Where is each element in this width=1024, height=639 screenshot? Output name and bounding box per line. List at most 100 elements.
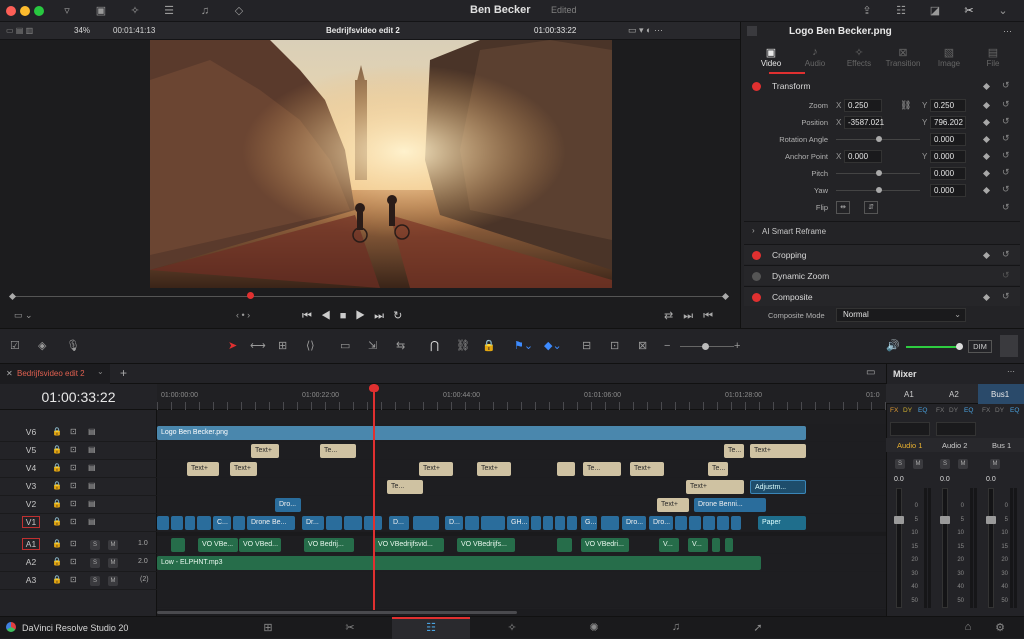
clip-text[interactable]: Text+ [630, 462, 664, 476]
lock-icon[interactable]: 🔒 [52, 539, 62, 548]
clip-adjustment[interactable]: Adjustm... [750, 480, 806, 494]
inspector-more-icon[interactable]: ⋯ [1003, 26, 1012, 37]
sound-library-icon[interactable]: ♫ [196, 4, 214, 18]
clip-text[interactable]: Te... [387, 480, 423, 494]
clip-audio[interactable]: VO VBed... [239, 538, 281, 552]
clip-video[interactable] [413, 516, 439, 530]
clip-audio[interactable] [557, 538, 572, 552]
clip-text[interactable]: Text+ [686, 480, 744, 494]
link-icon[interactable]: ⛓ [900, 100, 911, 111]
clip-video[interactable] [326, 516, 342, 530]
anchor-y-field[interactable]: 0.000 [930, 150, 966, 163]
flip-horizontal-button[interactable]: ⇹ [836, 201, 850, 214]
viewer-options-icon[interactable]: ▭ ▾ ◐ ⋯ [628, 25, 663, 36]
composite-keyframe-icon[interactable] [982, 293, 991, 302]
timeline-ruler[interactable]: 01:00:00:00 01:00:22:00 01:00:44:00 01:0… [157, 384, 886, 410]
timeline-scrollbar[interactable] [157, 609, 886, 616]
dynamic-zoom-enable-toggle[interactable] [752, 272, 761, 281]
in-point-marker[interactable] [8, 292, 17, 301]
pitch-keyframe-icon[interactable] [982, 169, 991, 178]
fx-label[interactable]: FX [936, 407, 944, 414]
anchor-keyframe-icon[interactable] [982, 152, 991, 161]
effects-library-icon[interactable]: ✧ [126, 4, 144, 18]
clip-audio[interactable] [171, 538, 185, 552]
clip-video[interactable]: Dr... [302, 516, 324, 530]
clip-video[interactable] [197, 516, 211, 530]
clip-video[interactable] [157, 516, 169, 530]
settings-gear-icon[interactable]: ⚙ [990, 621, 1010, 635]
clip-video[interactable] [344, 516, 362, 530]
auto-select-icon[interactable]: ⊡ [70, 539, 77, 548]
clip-paper[interactable]: Paper [758, 516, 806, 530]
clip-logo[interactable]: Logo Ben Becker.png [157, 426, 806, 440]
clip-audio[interactable]: VO VBedrijfsvid... [374, 538, 444, 552]
dy-label[interactable]: DY [903, 407, 912, 414]
clip-video[interactable] [689, 516, 701, 530]
mute-button[interactable]: M [108, 576, 118, 586]
auto-select-icon[interactable]: ⊡ [70, 445, 77, 454]
clip-audio[interactable]: V... [688, 538, 708, 552]
timeline-options-icon[interactable]: ▭ [866, 367, 875, 378]
clip-audio[interactable]: VO VBedri... [581, 538, 629, 552]
transform-section[interactable]: Transform ↺ [744, 76, 1020, 96]
replace-clip-icon[interactable]: ⇆ [396, 339, 405, 353]
auto-select-icon[interactable]: ⊡ [70, 517, 77, 526]
transform-reset-icon[interactable]: ↺ [1002, 80, 1010, 91]
clip-video[interactable]: G... [581, 516, 597, 530]
minimize-window-button[interactable] [20, 6, 30, 16]
clip-text[interactable]: Text+ [419, 462, 453, 476]
flip-vertical-button[interactable]: ⇵ [864, 201, 878, 214]
jog-wheel-icon[interactable]: ‹ • › [236, 310, 250, 320]
bus1-mute-button[interactable]: M [990, 459, 1000, 469]
inspector-toggle-icon[interactable]: ✂ [960, 4, 978, 18]
auto-select-icon[interactable]: ⊡ [70, 499, 77, 508]
composite-mode-select[interactable]: Normal ⌄ [836, 308, 966, 322]
clip-text[interactable]: Te... [724, 444, 744, 458]
composite-enable-toggle[interactable] [752, 293, 761, 302]
clip-video[interactable] [731, 516, 741, 530]
fx-label[interactable]: FX [890, 407, 898, 414]
layout-preset-icon[interactable]: ☑ [10, 339, 20, 353]
insert-clip-icon[interactable]: ▭ [340, 339, 350, 353]
position-keyframe-icon[interactable] [982, 118, 991, 127]
edit-page-icon[interactable]: ☷ [421, 621, 441, 635]
transform-keyframe-icon[interactable] [982, 82, 991, 91]
auto-select-icon[interactable]: ⊡ [70, 427, 77, 436]
timeline-zoom-knob[interactable] [702, 343, 709, 350]
custom-zoom-icon[interactable]: ⊠ [638, 339, 647, 353]
flip-reset-icon[interactable]: ↺ [1002, 202, 1010, 213]
track-enable-icon[interactable]: ▤ [88, 499, 96, 508]
a1-pan-control[interactable] [890, 422, 930, 436]
track-header-v1[interactable]: V1 🔒 ⊡ ▤ [0, 514, 157, 532]
track-header-a2[interactable]: A2 🔒 ⊡ S M 2.0 [0, 554, 157, 572]
clip-audio[interactable]: VO VBedrijfs... [457, 538, 515, 552]
media-pool-icon[interactable]: ▿ [58, 4, 76, 18]
a2-fader[interactable] [942, 488, 948, 608]
sync-icon[interactable]: ◇ [230, 4, 248, 18]
solo-button[interactable]: S [90, 540, 100, 550]
overwrite-clip-icon[interactable]: ⇲ [368, 339, 377, 353]
fx-label[interactable]: FX [982, 407, 990, 414]
clip-video[interactable] [567, 516, 577, 530]
dynamic-zoom-section[interactable]: Dynamic Zoom ↺ [744, 265, 1020, 285]
auto-select-icon[interactable]: ⊡ [70, 557, 77, 566]
edit-index-icon[interactable]: ☰ [160, 4, 178, 18]
clip-video[interactable] [703, 516, 715, 530]
rotation-field[interactable]: 0.000 [930, 133, 966, 146]
clip-text[interactable]: Text+ [187, 462, 219, 476]
playhead[interactable] [373, 384, 375, 610]
zoom-keyframe-icon[interactable] [982, 101, 991, 110]
pitch-field[interactable]: 0.000 [930, 167, 966, 180]
viewer-playhead[interactable] [247, 292, 254, 299]
add-timeline-icon[interactable]: + [120, 366, 127, 380]
zoom-reset-icon[interactable]: ↺ [1002, 99, 1010, 110]
clip-color-icon[interactable]: ◈ [38, 339, 46, 353]
flag-icon[interactable]: ⚑⌄ [514, 339, 533, 353]
pitch-slider-knob[interactable] [876, 170, 882, 176]
timeline-tab[interactable]: ✕ Bedrijfsvideo edit 2 ⌄ [0, 364, 110, 384]
cropping-keyframe-icon[interactable] [982, 251, 991, 260]
a2-mute-button[interactable]: M [958, 459, 968, 469]
lock-icon[interactable]: 🔒 [52, 481, 62, 490]
track-enable-icon[interactable]: ▤ [88, 445, 96, 454]
track-enable-icon[interactable]: ▤ [88, 427, 96, 436]
